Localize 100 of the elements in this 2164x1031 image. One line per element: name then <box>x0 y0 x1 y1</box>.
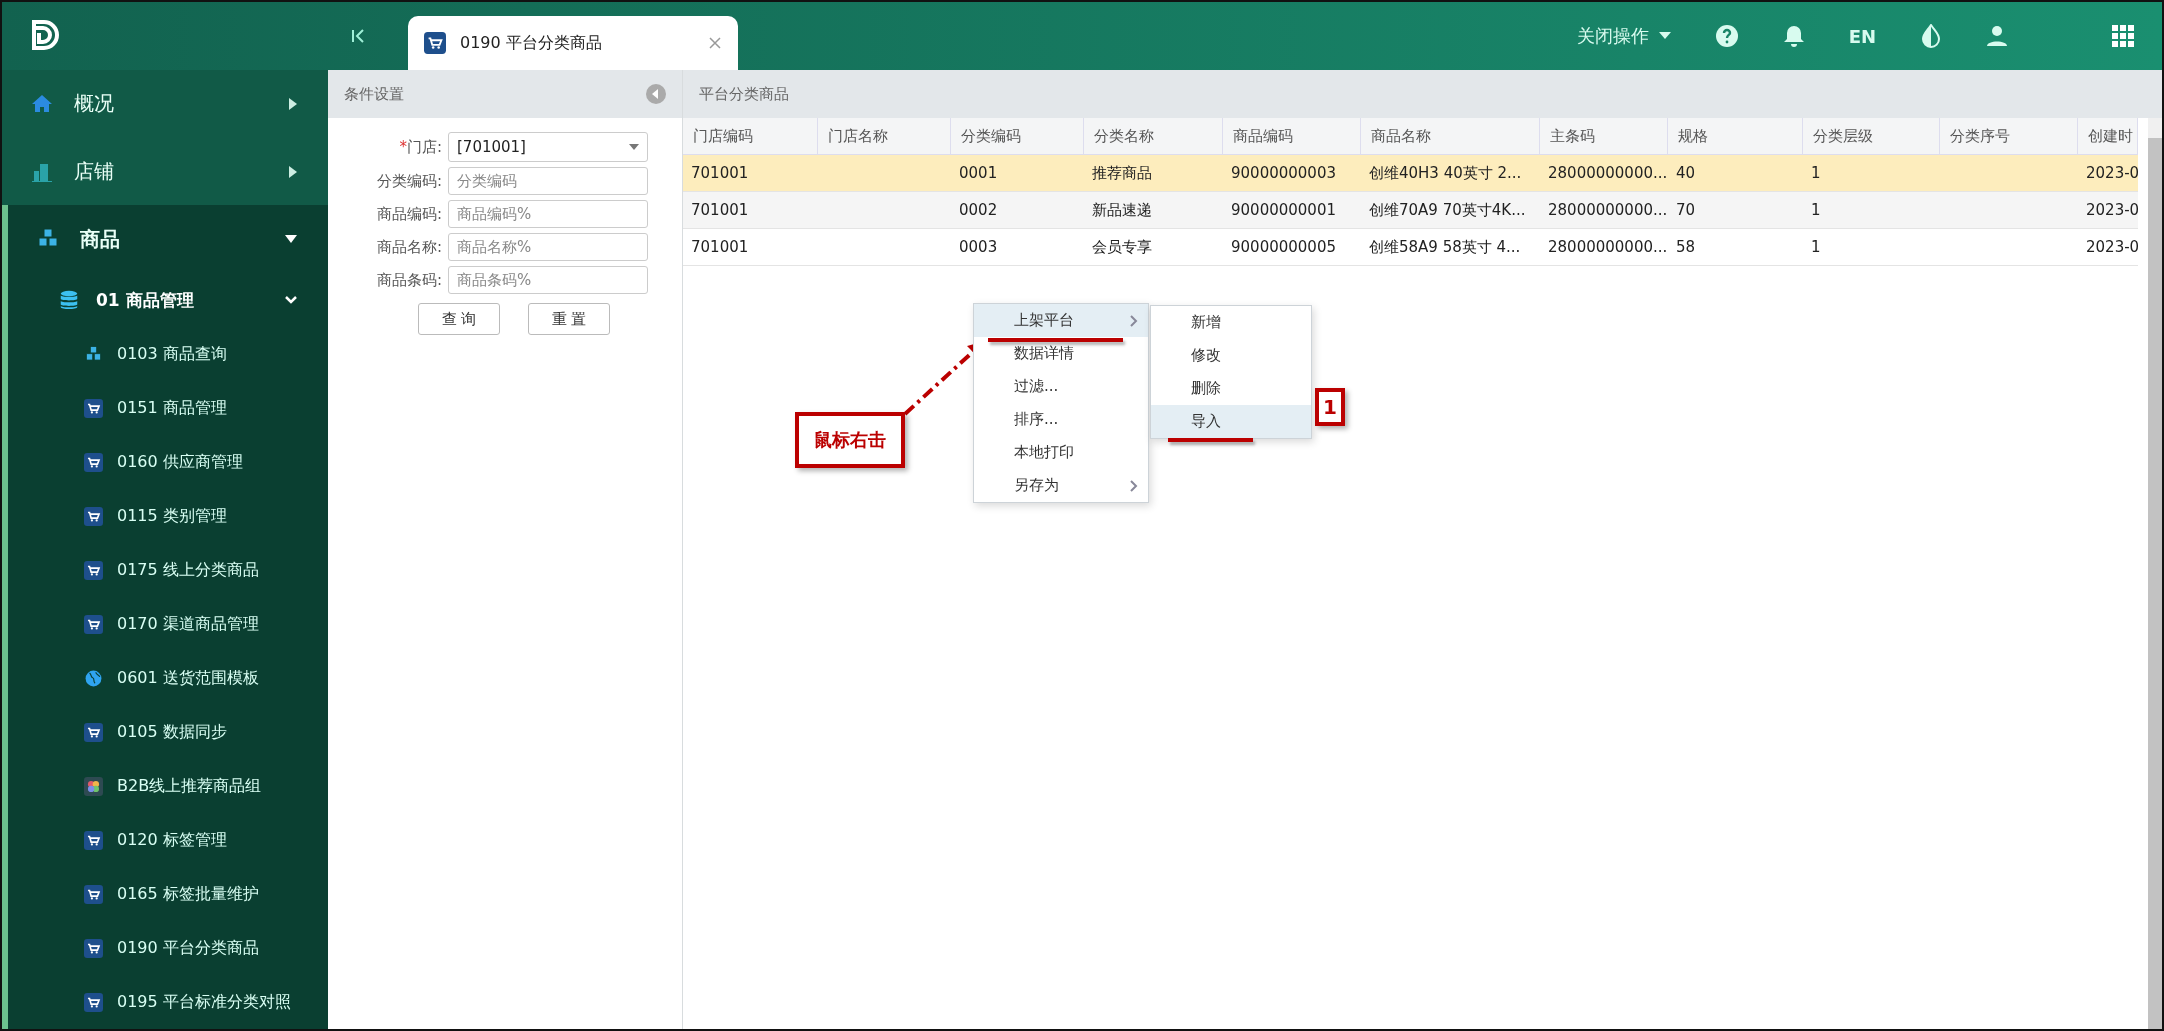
input-field[interactable]: 商品名称% <box>448 233 648 261</box>
table-cell: 40 <box>1668 155 1803 192</box>
contrast-icon[interactable] <box>1920 24 1942 48</box>
menu-item[interactable]: 删除 <box>1151 372 1311 405</box>
sidebar-link[interactable]: 0160 供应商管理 <box>8 435 328 489</box>
chevron-right-icon <box>1130 479 1138 492</box>
field-label: *门店: <box>399 137 442 157</box>
sidebar-link[interactable]: 0165 标签批量维护 <box>8 867 328 921</box>
table-cell: 创维70A9 70英寸4K... <box>1361 192 1540 229</box>
cart-icon <box>424 32 446 54</box>
column-header[interactable]: 商品编码 <box>1223 118 1361 155</box>
language-button[interactable]: EN <box>1848 25 1876 47</box>
reset-button[interactable]: 重 置 <box>528 303 610 335</box>
menu-item[interactable]: 过滤... <box>974 370 1148 403</box>
sidebar-link[interactable]: 0105 数据同步 <box>8 705 328 759</box>
caret-right-icon <box>288 164 298 179</box>
table-cell: 0002 <box>951 192 1084 229</box>
table-cell: 90000000003 <box>1223 155 1361 192</box>
database-icon <box>58 289 80 311</box>
collapse-icon <box>350 28 366 44</box>
column-header[interactable]: 分类层级 <box>1803 118 1940 155</box>
cart-icon <box>84 398 103 418</box>
apps-grid-icon[interactable] <box>2112 25 2134 47</box>
cart-icon <box>84 884 103 904</box>
table-cell: 2023-0 <box>2078 155 2138 192</box>
column-header[interactable]: 规格 <box>1668 118 1803 155</box>
field-label: 商品名称: <box>376 237 442 257</box>
cart-icon <box>84 506 103 526</box>
cart-icon <box>84 992 103 1012</box>
field-label: 商品条码: <box>376 270 442 290</box>
panel-title: 条件设置 <box>344 84 404 104</box>
column-header[interactable]: 门店编码 <box>683 118 818 155</box>
close-operations-dropdown[interactable]: 关闭操作 <box>1576 24 1671 48</box>
field-label: 分类编码: <box>376 171 442 191</box>
sidebar-link[interactable]: 0120 标签管理 <box>8 813 328 867</box>
table-cell: 2023-0 <box>2078 192 2138 229</box>
table-cell: 701001 <box>683 155 818 192</box>
sidebar-link[interactable]: 0195 平台标准分类对照 <box>8 975 328 1029</box>
sidebar-link[interactable]: 0190 平台分类商品 <box>8 921 328 975</box>
scrollbar-thumb[interactable] <box>2148 138 2162 1029</box>
store-select[interactable]: [701001] <box>448 132 648 162</box>
table-cell: 新品速递 <box>1084 192 1223 229</box>
sidebar-item[interactable]: 概况 <box>2 70 328 138</box>
callout-label: 鼠标右击 <box>795 412 905 468</box>
table-cell: 28000000000... <box>1540 155 1668 192</box>
page-tab[interactable]: 0190 平台分类商品 <box>408 16 738 70</box>
globe-icon <box>84 668 103 688</box>
cart-icon <box>84 938 103 958</box>
column-header[interactable]: 分类编码 <box>951 118 1084 155</box>
caret-down-icon <box>629 144 639 150</box>
cart-icon <box>84 722 103 742</box>
column-header[interactable]: 分类序号 <box>1940 118 2078 155</box>
menu-item[interactable]: 本地打印 <box>974 436 1148 469</box>
chevron-right-icon <box>1130 314 1138 327</box>
menu-item[interactable]: 修改 <box>1151 339 1311 372</box>
caret-down-icon <box>1658 32 1671 40</box>
menu-item[interactable]: 排序... <box>974 403 1148 436</box>
sidebar-link[interactable]: B2B线上推荐商品组 <box>8 759 328 813</box>
cart-icon <box>84 560 103 580</box>
column-header[interactable]: 门店名称 <box>818 118 951 155</box>
table-cell: 701001 <box>683 192 818 229</box>
table-cell: 1 <box>1803 155 1940 192</box>
sidebar-link[interactable]: 0175 线上分类商品 <box>8 543 328 597</box>
sidebar-link[interactable]: 0601 送货范围模板 <box>8 651 328 705</box>
cart-icon <box>84 614 103 634</box>
sidebar-link[interactable]: 0115 类别管理 <box>8 489 328 543</box>
input-field[interactable]: 分类编码 <box>448 167 648 195</box>
close-icon[interactable] <box>708 36 722 50</box>
caret-down-icon <box>284 234 298 245</box>
step-badge: 1 <box>1315 388 1345 426</box>
cart-icon <box>84 452 103 472</box>
bell-icon[interactable] <box>1782 24 1805 48</box>
sidebar-link[interactable]: 0103 商品查询 <box>8 327 328 381</box>
logo-icon <box>30 19 62 53</box>
table-cell: 推荐商品 <box>1084 155 1223 192</box>
sidebar-link[interactable]: 0170 渠道商品管理 <box>8 597 328 651</box>
input-field[interactable]: 商品条码% <box>448 266 648 294</box>
chevron-down-icon <box>284 295 298 305</box>
column-header[interactable]: 商品名称 <box>1361 118 1540 155</box>
user-icon[interactable] <box>1986 25 2008 47</box>
table-cell: 28000000000... <box>1540 192 1668 229</box>
menu-item[interactable]: 新增 <box>1151 306 1311 339</box>
sidebar-item[interactable]: 店铺 <box>2 137 328 206</box>
menu-item[interactable]: 上架平台 <box>974 304 1148 337</box>
menu-item[interactable]: 另存为 <box>974 469 1148 502</box>
sidebar-link[interactable]: 0151 商品管理 <box>8 381 328 435</box>
collapse-panel-icon[interactable] <box>646 84 666 104</box>
query-button[interactable]: 查 询 <box>418 303 500 335</box>
menu-item[interactable]: 导入 <box>1151 405 1311 438</box>
column-header[interactable]: 分类名称 <box>1084 118 1223 155</box>
input-field[interactable]: 商品编码% <box>448 200 648 228</box>
caret-right-icon <box>288 96 298 111</box>
pinwheel-icon <box>84 776 103 796</box>
panel-title: 平台分类商品 <box>699 84 789 104</box>
help-icon[interactable] <box>1714 24 1739 48</box>
column-header[interactable]: 主条码 <box>1540 118 1668 155</box>
table-cell: 70 <box>1668 192 1803 229</box>
sidebar-group[interactable]: 01 商品管理 <box>8 273 328 327</box>
menu-item[interactable]: 数据详情 <box>974 337 1148 370</box>
column-header[interactable]: 创建时 <box>2078 118 2138 155</box>
